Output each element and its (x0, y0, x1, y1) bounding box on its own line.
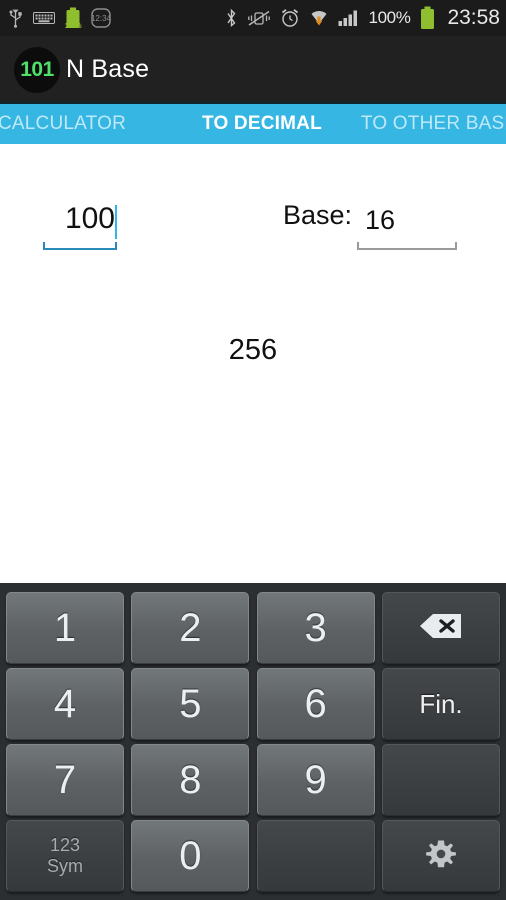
key-0[interactable]: 0 (131, 820, 250, 892)
result-value: 256 (228, 334, 278, 366)
key-2[interactable]: 2 (131, 592, 250, 664)
key-4[interactable]: 4 (6, 668, 124, 740)
key-label: 4 (53, 682, 77, 726)
key-symbols-line2: Sym (47, 856, 83, 876)
wifi-download-icon (309, 9, 329, 27)
number-input-value: 100 (64, 202, 115, 235)
tab-bar: CALCULATOR TO DECIMAL TO OTHER BASE (0, 104, 506, 144)
key-label: 8 (179, 758, 202, 802)
key-1[interactable]: 1 (6, 592, 124, 664)
app-logo-text: 101 (20, 57, 54, 81)
page-title: N Base (66, 55, 150, 83)
tab-to-other-base[interactable]: TO OTHER BASE (353, 113, 506, 135)
battery-percent-label: 100% (368, 8, 411, 27)
keyboard-row: 7 8 9 (6, 744, 500, 816)
key-label: 5 (179, 682, 202, 726)
key-blank-right[interactable] (381, 744, 500, 816)
action-bar: 101 N Base (0, 36, 506, 103)
text-caret (115, 205, 117, 239)
app-logo-icon: 101 (14, 46, 60, 93)
key-label: 2 (179, 606, 202, 650)
clock-timer-icon: 12:34 (91, 8, 111, 28)
tab-calculator[interactable]: CALCULATOR (0, 113, 134, 135)
status-bar-left-icons: 100% 12:34 (8, 7, 111, 30)
key-symbols[interactable]: 123 Sym (6, 820, 124, 892)
key-symbols-line1: 123 (49, 835, 81, 856)
input-row: 100 Base: 16 (0, 198, 506, 250)
key-done[interactable]: Fin. (381, 668, 500, 740)
svg-text:12:34: 12:34 (91, 14, 111, 23)
keyboard-row: 4 5 6 Fin. (6, 668, 500, 740)
key-blank-bottom[interactable] (256, 820, 375, 892)
key-label: 7 (53, 758, 77, 802)
key-9[interactable]: 9 (256, 744, 375, 816)
battery-full-icon (419, 6, 436, 30)
status-bar: 100% 12:34 100% 23:58 (0, 0, 506, 36)
signal-bars-icon (338, 9, 360, 27)
key-label: Fin. (419, 689, 463, 719)
converter-panel: 100 Base: 16 256 (0, 144, 506, 583)
keyboard-row: 1 2 3 (6, 592, 500, 664)
key-label: 0 (179, 834, 202, 878)
number-input[interactable]: 100 (43, 198, 117, 242)
key-label: 1 (53, 606, 77, 650)
key-backspace[interactable] (381, 592, 500, 664)
key-label: 3 (304, 606, 327, 650)
backspace-icon (419, 612, 463, 645)
vibrate-mute-icon (247, 8, 271, 28)
key-label: 6 (304, 682, 327, 726)
tab-to-decimal[interactable]: TO DECIMAL (194, 113, 330, 135)
key-8[interactable]: 8 (131, 744, 250, 816)
base-input[interactable]: 16 (357, 198, 457, 242)
battery-charging-icon: 100% (64, 7, 82, 30)
usb-icon (8, 8, 23, 28)
key-settings[interactable] (381, 820, 500, 892)
keyboard-row: 123 Sym 0 (6, 820, 500, 892)
alarm-clock-icon (280, 8, 300, 28)
key-5[interactable]: 5 (131, 668, 250, 740)
key-3[interactable]: 3 (256, 592, 375, 664)
key-6[interactable]: 6 (256, 668, 375, 740)
keyboard-icon (33, 11, 55, 25)
number-input-underline (43, 242, 117, 250)
phone-screen: 100% 12:34 100% 23:58 101 N Base CALCULA… (0, 0, 506, 900)
status-clock: 23:58 (447, 6, 500, 29)
base-label: Base: (283, 200, 353, 230)
gear-icon (424, 837, 458, 876)
key-7[interactable]: 7 (6, 744, 124, 816)
bluetooth-icon (225, 8, 238, 29)
key-label: 9 (304, 758, 327, 802)
base-input-underline (357, 242, 457, 250)
numeric-keyboard: 1 2 3 4 5 6 Fin. 7 8 9 123 Sym 0 (0, 583, 506, 900)
battery-small-label: 100% (64, 23, 82, 30)
base-input-value: 16 (365, 205, 396, 235)
status-bar-right-icons: 100% 23:58 (225, 6, 500, 30)
